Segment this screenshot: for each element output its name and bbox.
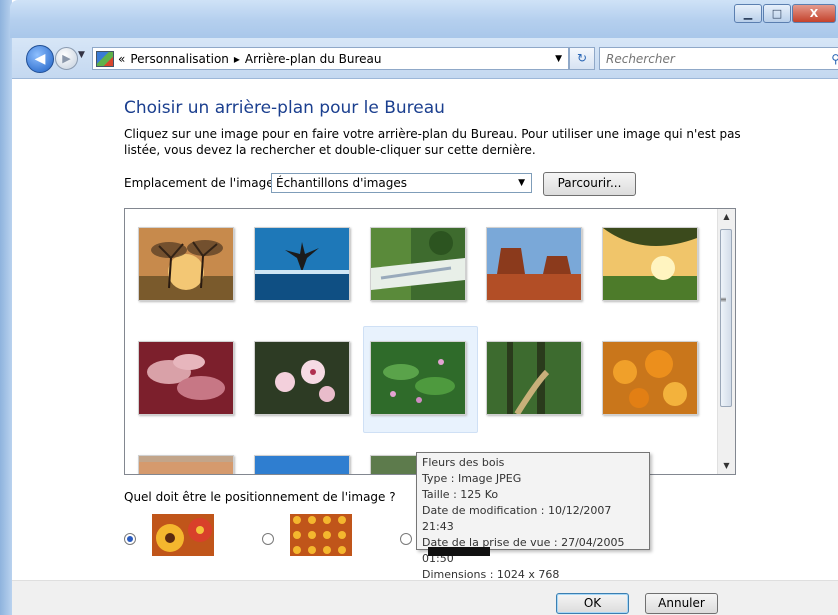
breadcrumb-personnalisation[interactable]: Personnalisation bbox=[130, 52, 229, 66]
back-button[interactable]: ◀ bbox=[26, 45, 54, 73]
tooltip-title: Fleurs des bois bbox=[422, 456, 505, 469]
window: ▁ □ X ◀ ▶ ▼ « Personnalisation ▸ Arrière… bbox=[0, 0, 838, 615]
control-panel-icon bbox=[96, 50, 114, 67]
maximize-button[interactable]: □ bbox=[763, 4, 791, 23]
chevron-down-icon: ▼ bbox=[518, 178, 525, 188]
gallery-scrollbar[interactable]: ▲ ≡ ▼ bbox=[717, 209, 735, 474]
wallpaper-thumbnail[interactable] bbox=[254, 455, 350, 474]
position-fill-preview[interactable] bbox=[152, 514, 214, 556]
close-icon: X bbox=[809, 7, 819, 20]
wallpaper-thumbnail[interactable] bbox=[254, 341, 350, 415]
wallpaper-thumbnail[interactable] bbox=[254, 227, 350, 301]
search-input[interactable] bbox=[600, 50, 818, 67]
breadcrumb-overflow[interactable]: « bbox=[118, 52, 125, 66]
forward-button[interactable]: ▶ bbox=[55, 47, 78, 70]
wallpaper-thumbnail[interactable] bbox=[138, 227, 234, 301]
wallpaper-thumbnail[interactable] bbox=[602, 341, 698, 415]
browse-button[interactable]: Parcourir... bbox=[543, 172, 636, 196]
position-radio-center[interactable] bbox=[400, 533, 412, 545]
scrollbar-thumb[interactable] bbox=[720, 229, 732, 407]
wallpaper-thumbnail[interactable] bbox=[138, 455, 234, 474]
minimize-button[interactable]: ▁ bbox=[734, 4, 762, 23]
arrow-left-icon: ◀ bbox=[34, 51, 46, 67]
position-radio-fill[interactable] bbox=[124, 533, 136, 545]
position-center-preview[interactable] bbox=[428, 544, 490, 556]
location-label: Emplacement de l'image bbox=[124, 176, 274, 190]
navigation-bar: ◀ ▶ ▼ « Personnalisation ▸ Arrière-plan … bbox=[12, 38, 838, 79]
scroll-up-icon[interactable]: ▲ bbox=[718, 209, 735, 225]
window-controls: ▁ □ X bbox=[734, 4, 836, 23]
address-dropdown-icon[interactable]: ▼ bbox=[555, 54, 562, 64]
wallpaper-gallery: ▲ ≡ ▼ bbox=[124, 208, 736, 475]
title-bar[interactable]: ▁ □ X bbox=[10, 0, 838, 38]
search-box: ⚲ bbox=[599, 47, 838, 70]
position-tile-preview[interactable] bbox=[290, 514, 352, 556]
arrow-right-icon: ▶ bbox=[62, 52, 71, 65]
breadcrumb-arriere-plan[interactable]: Arrière-plan du Bureau bbox=[245, 52, 382, 66]
maximize-icon: □ bbox=[771, 7, 783, 20]
page-description: Cliquez sur une image pour en faire votr… bbox=[124, 127, 741, 157]
close-button[interactable]: X bbox=[792, 4, 836, 23]
location-select-value: Échantillons d'images bbox=[276, 176, 408, 190]
minimize-icon: ▁ bbox=[743, 7, 753, 20]
wallpaper-thumbnail-selected[interactable] bbox=[370, 341, 466, 415]
window-left-border bbox=[0, 0, 12, 615]
recent-pages-dropdown[interactable]: ▼ bbox=[78, 50, 85, 60]
address-bar[interactable]: « Personnalisation ▸ Arrière-plan du Bur… bbox=[92, 47, 569, 70]
location-select[interactable]: Échantillons d'images ▼ bbox=[271, 173, 532, 193]
wallpaper-thumbnail[interactable] bbox=[370, 227, 466, 301]
search-icon[interactable]: ⚲ bbox=[831, 52, 838, 66]
grip-icon: ≡ bbox=[720, 295, 727, 304]
tooltip-modified: Date de modification : 10/12/2007 21:43 bbox=[422, 504, 612, 533]
cancel-button[interactable]: Annuler bbox=[645, 593, 718, 614]
refresh-button[interactable]: ↻ bbox=[569, 47, 595, 70]
wallpaper-thumbnail[interactable] bbox=[602, 227, 698, 301]
refresh-icon: ↻ bbox=[576, 51, 588, 65]
wallpaper-tooltip: Fleurs des bois Type : Image JPEG Taille… bbox=[416, 452, 650, 581]
page-title: Choisir un arrière-plan pour le Bureau bbox=[124, 98, 445, 118]
position-radio-tile[interactable] bbox=[262, 533, 274, 545]
breadcrumb-separator[interactable]: ▸ bbox=[234, 52, 240, 66]
tooltip-size: Taille : 125 Ko bbox=[422, 488, 499, 501]
position-question: Quel doit être le positionnement de l'im… bbox=[124, 490, 396, 504]
wallpaper-thumbnail[interactable] bbox=[138, 341, 234, 415]
wallpaper-thumbnail[interactable] bbox=[486, 227, 582, 301]
ok-button[interactable]: OK bbox=[556, 593, 629, 614]
wallpaper-thumbnail[interactable] bbox=[486, 341, 582, 415]
scroll-down-icon[interactable]: ▼ bbox=[718, 458, 735, 474]
tooltip-type: Type : Image JPEG bbox=[422, 472, 522, 485]
chevron-down-icon: ▼ bbox=[78, 50, 85, 60]
